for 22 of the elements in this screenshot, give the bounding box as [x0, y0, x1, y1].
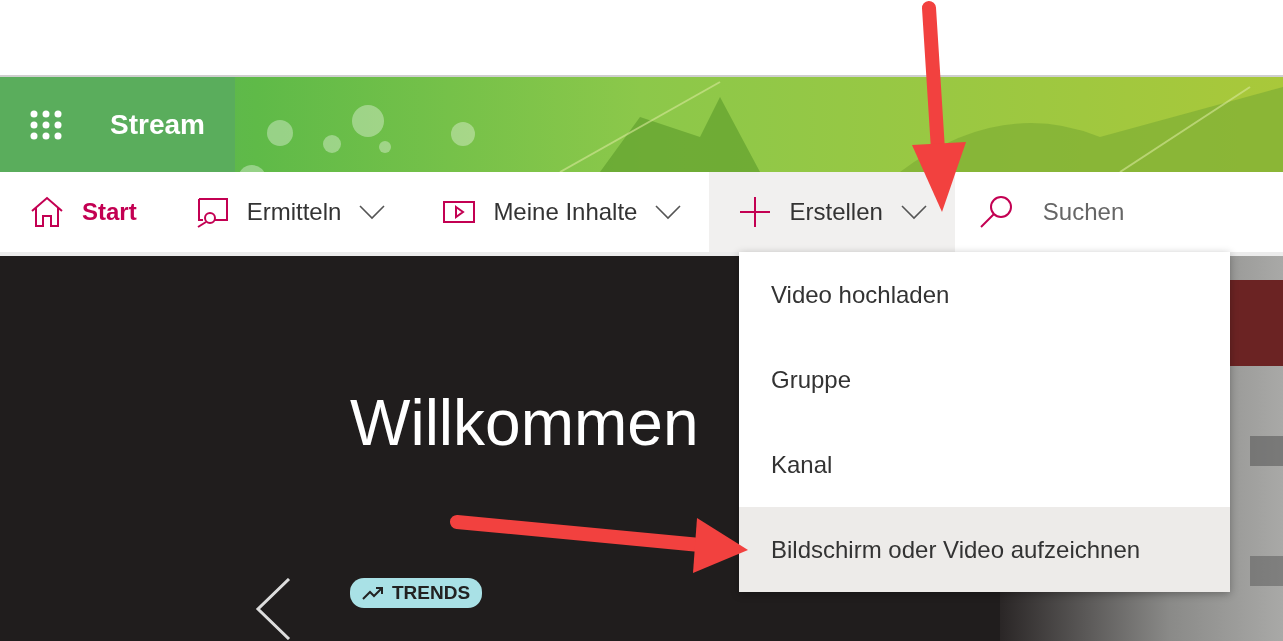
menu-item[interactable]: Gruppe [739, 337, 1230, 422]
menu-item[interactable]: Video hochladen [739, 252, 1230, 337]
app-title: Stream [110, 108, 205, 141]
plus-icon [739, 196, 772, 228]
video-icon [443, 200, 476, 224]
search-icon [978, 195, 1013, 229]
trending-icon [362, 586, 384, 600]
nav-tab[interactable]: Start [0, 172, 165, 252]
chevron-down-icon [655, 204, 682, 220]
chevron-down-icon [359, 204, 386, 220]
trends-badge: TRENDS [350, 578, 483, 608]
menu-item[interactable]: Bildschirm oder Video aufzeichnen [739, 507, 1230, 592]
app-launcher-icon[interactable] [30, 109, 62, 140]
nav-tab[interactable]: Ermitteln [164, 172, 414, 252]
chevron-left-icon[interactable] [255, 578, 291, 640]
home-icon [30, 196, 64, 228]
search-field[interactable]: Suchen [1040, 197, 1245, 227]
chevron-down-icon [900, 204, 927, 220]
nav-tab[interactable]: Erstellen [709, 172, 955, 252]
menu-item[interactable]: Kanal [739, 422, 1230, 507]
welcome-heading: Willkommen [350, 386, 700, 460]
nav-tab[interactable]: Meine Inhalte [413, 172, 710, 252]
